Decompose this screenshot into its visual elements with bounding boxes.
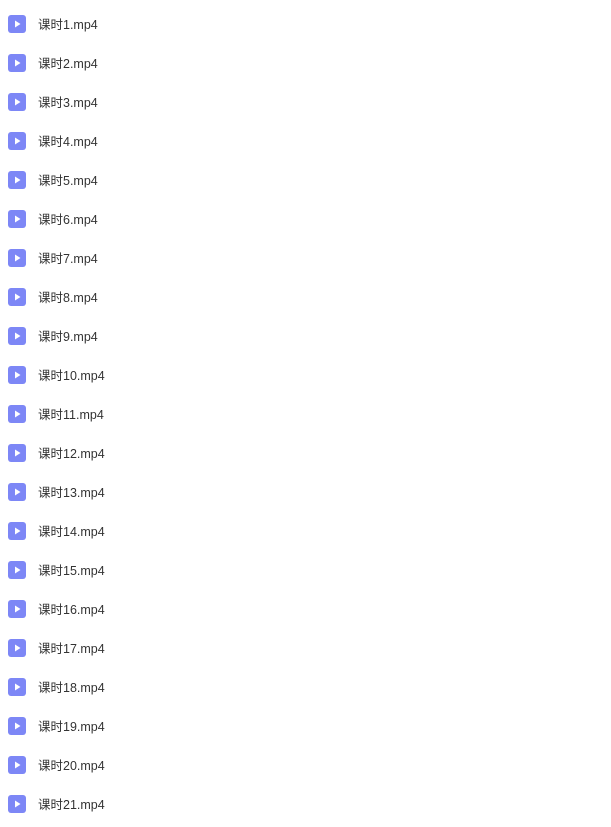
video-file-icon xyxy=(8,795,26,813)
video-file-icon xyxy=(8,483,26,501)
file-name-label: 课时12.mp4 xyxy=(38,443,105,462)
file-item[interactable]: 课时7.mp4 xyxy=(8,238,607,277)
video-file-icon xyxy=(8,15,26,33)
file-name-label: 课时10.mp4 xyxy=(38,365,105,384)
file-item[interactable]: 课时18.mp4 xyxy=(8,667,607,706)
file-item[interactable]: 课时1.mp4 xyxy=(8,4,607,43)
file-item[interactable]: 课时19.mp4 xyxy=(8,706,607,745)
file-item[interactable]: 课时13.mp4 xyxy=(8,472,607,511)
video-file-icon xyxy=(8,210,26,228)
file-item[interactable]: 课时4.mp4 xyxy=(8,121,607,160)
video-file-icon xyxy=(8,288,26,306)
file-item[interactable]: 课时11.mp4 xyxy=(8,394,607,433)
file-item[interactable]: 课时2.mp4 xyxy=(8,43,607,82)
file-item[interactable]: 课时3.mp4 xyxy=(8,82,607,121)
file-name-label: 课时15.mp4 xyxy=(38,560,105,579)
file-name-label: 课时20.mp4 xyxy=(38,755,105,774)
video-file-icon xyxy=(8,132,26,150)
video-file-icon xyxy=(8,171,26,189)
file-name-label: 课时1.mp4 xyxy=(38,14,98,33)
file-item[interactable]: 课时5.mp4 xyxy=(8,160,607,199)
file-name-label: 课时5.mp4 xyxy=(38,170,98,189)
file-item[interactable]: 课时8.mp4 xyxy=(8,277,607,316)
file-name-label: 课时11.mp4 xyxy=(38,404,104,423)
file-name-label: 课时18.mp4 xyxy=(38,677,105,696)
file-list: 课时1.mp4 课时2.mp4 课时3.mp4 课时4.mp4 课时5.mp4 … xyxy=(8,4,607,823)
file-item[interactable]: 课时17.mp4 xyxy=(8,628,607,667)
video-file-icon xyxy=(8,93,26,111)
file-item[interactable]: 课时14.mp4 xyxy=(8,511,607,550)
file-name-label: 课时4.mp4 xyxy=(38,131,98,150)
file-item[interactable]: 课时16.mp4 xyxy=(8,589,607,628)
file-name-label: 课时3.mp4 xyxy=(38,92,98,111)
file-name-label: 课时17.mp4 xyxy=(38,638,105,657)
video-file-icon xyxy=(8,327,26,345)
video-file-icon xyxy=(8,54,26,72)
file-name-label: 课时13.mp4 xyxy=(38,482,105,501)
video-file-icon xyxy=(8,249,26,267)
video-file-icon xyxy=(8,405,26,423)
file-item[interactable]: 课时21.mp4 xyxy=(8,784,607,823)
file-item[interactable]: 课时20.mp4 xyxy=(8,745,607,784)
file-name-label: 课时7.mp4 xyxy=(38,248,98,267)
file-name-label: 课时21.mp4 xyxy=(38,794,105,813)
video-file-icon xyxy=(8,600,26,618)
video-file-icon xyxy=(8,717,26,735)
file-item[interactable]: 课时12.mp4 xyxy=(8,433,607,472)
file-item[interactable]: 课时6.mp4 xyxy=(8,199,607,238)
video-file-icon xyxy=(8,522,26,540)
file-item[interactable]: 课时15.mp4 xyxy=(8,550,607,589)
file-name-label: 课时14.mp4 xyxy=(38,521,105,540)
video-file-icon xyxy=(8,639,26,657)
video-file-icon xyxy=(8,366,26,384)
file-name-label: 课时9.mp4 xyxy=(38,326,98,345)
file-name-label: 课时2.mp4 xyxy=(38,53,98,72)
video-file-icon xyxy=(8,444,26,462)
video-file-icon xyxy=(8,756,26,774)
video-file-icon xyxy=(8,678,26,696)
file-item[interactable]: 课时10.mp4 xyxy=(8,355,607,394)
file-name-label: 课时6.mp4 xyxy=(38,209,98,228)
video-file-icon xyxy=(8,561,26,579)
file-name-label: 课时19.mp4 xyxy=(38,716,105,735)
file-name-label: 课时8.mp4 xyxy=(38,287,98,306)
file-name-label: 课时16.mp4 xyxy=(38,599,105,618)
file-item[interactable]: 课时9.mp4 xyxy=(8,316,607,355)
